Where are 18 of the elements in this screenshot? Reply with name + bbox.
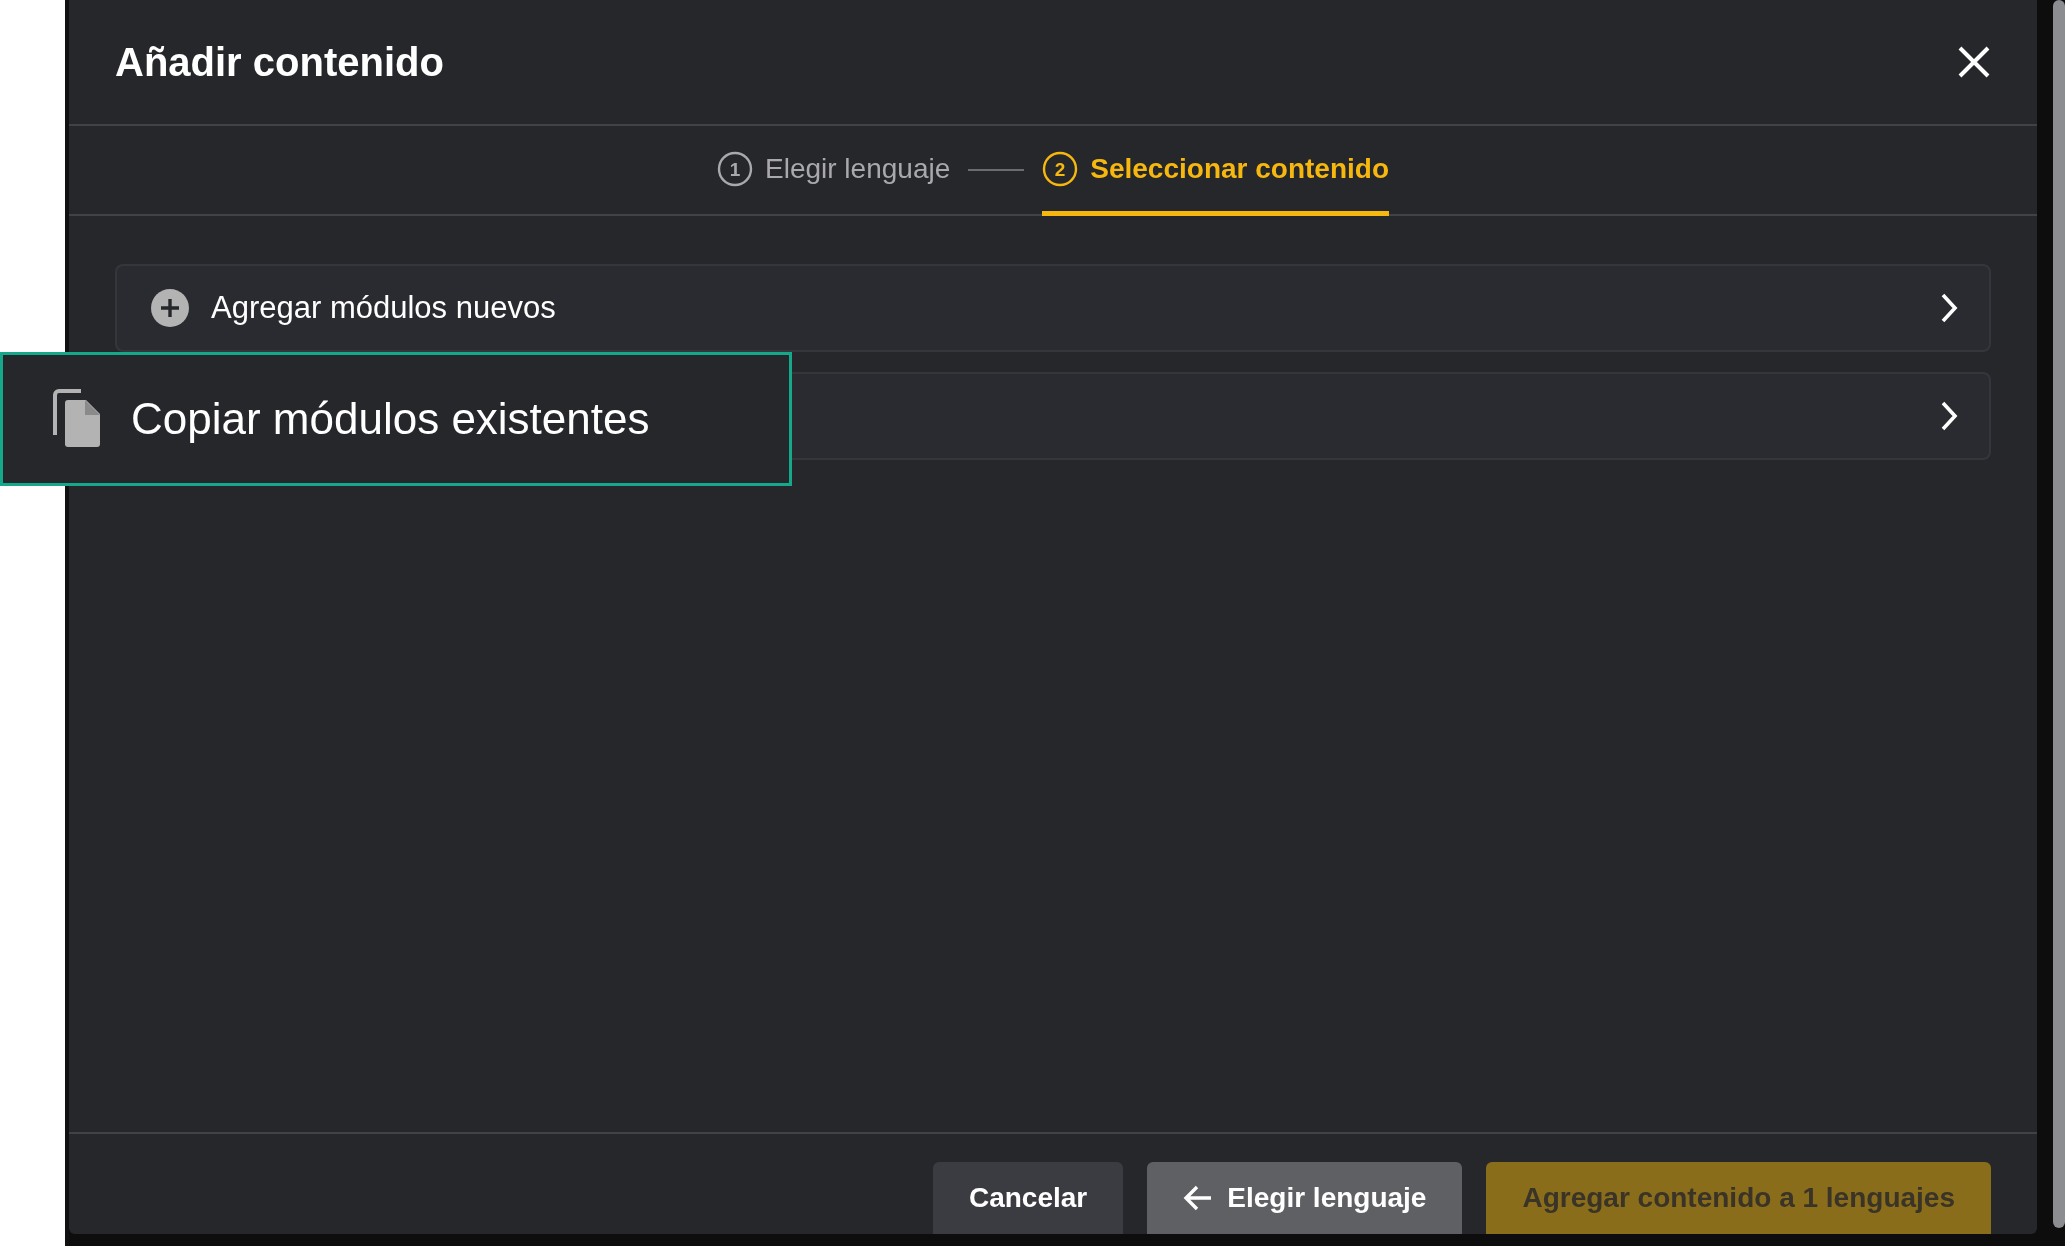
back-button[interactable]: Elegir lenguaje: [1147, 1162, 1463, 1234]
step-tab[interactable]: 1 Elegir lenguaje: [717, 126, 951, 216]
arrow-left-icon: [1183, 1185, 1214, 1211]
option-icon: [151, 289, 189, 327]
callout-label: Copiar módulos existentes: [131, 394, 650, 444]
step-tab[interactable]: 2 Seleccionar contenido: [1042, 126, 1389, 216]
scrollbar[interactable]: [2053, 0, 2065, 1228]
chevron-right-icon: [1939, 401, 1959, 431]
close-icon: [1957, 45, 1991, 79]
option-label: Agregar módulos nuevos: [211, 290, 557, 326]
option-row[interactable]: Agregar módulos nuevos: [115, 264, 1991, 352]
dialog-title: Añadir contenido: [115, 39, 444, 85]
step-number-icon: 2: [1042, 150, 1079, 187]
step-number-icon: 1: [717, 150, 753, 187]
chevron-right-icon: [1939, 293, 1959, 323]
close-button[interactable]: [1957, 45, 1991, 79]
cancel-button[interactable]: Cancelar: [932, 1162, 1124, 1234]
copy-icon: [51, 389, 103, 449]
